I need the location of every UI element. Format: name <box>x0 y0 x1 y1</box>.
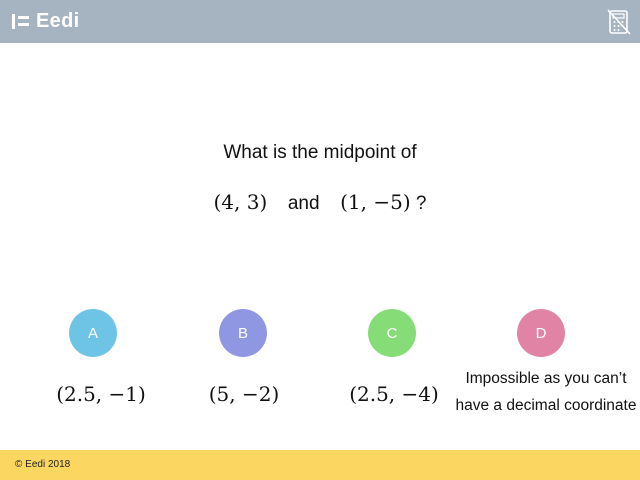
footer-bar: © Eedi 2018 <box>0 450 640 480</box>
question-points: (4, 3) and (1, −5) ? <box>0 190 640 215</box>
option-d-button[interactable]: D <box>517 309 565 357</box>
point-one: (4, 3) <box>213 190 268 214</box>
point-two: (1, −5) <box>340 190 411 214</box>
option-b-button[interactable]: B <box>219 309 267 357</box>
question-text: What is the midpoint of <box>223 142 417 163</box>
option-c-button[interactable]: C <box>368 309 416 357</box>
eedi-logo-icon <box>12 13 29 29</box>
option-b-answer[interactable]: (5, −2) <box>184 382 304 406</box>
brand-name: Eedi <box>36 9 80 32</box>
option-a-button[interactable]: A <box>69 309 117 357</box>
header-bar: Eedi <box>0 0 640 43</box>
option-d-answer[interactable]: Impossible as you can’t have a decimal c… <box>452 365 640 419</box>
connector-text: and <box>287 193 320 214</box>
option-c-answer[interactable]: (2.5, −4) <box>334 382 454 406</box>
question-mark: ? <box>415 193 427 214</box>
eedi-logo[interactable]: Eedi <box>12 9 79 33</box>
calculator-disabled-icon <box>607 9 631 35</box>
copyright-text: © Eedi 2018 <box>15 459 71 470</box>
option-a-answer[interactable]: (2.5, −1) <box>41 382 161 406</box>
